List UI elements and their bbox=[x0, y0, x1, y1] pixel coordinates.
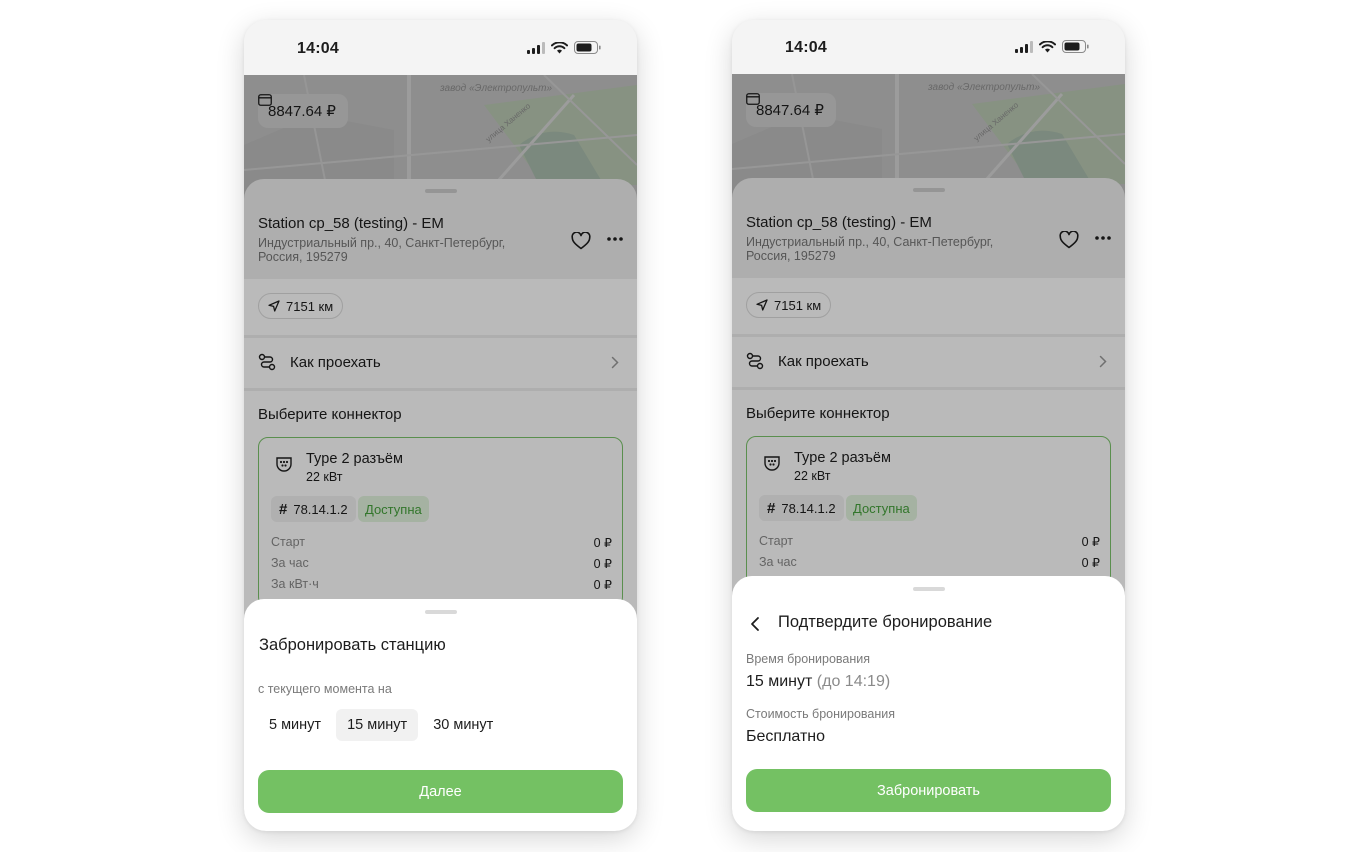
booking-title: Забронировать станцию bbox=[259, 636, 446, 654]
back-chevron-icon[interactable] bbox=[750, 616, 760, 632]
next-button[interactable]: Далее bbox=[258, 770, 623, 813]
book-button[interactable]: Забронировать bbox=[746, 769, 1111, 812]
booking-duration: 15 минут bbox=[746, 673, 813, 690]
battery-icon bbox=[574, 41, 601, 54]
wifi-icon bbox=[551, 41, 568, 53]
modal-handle[interactable] bbox=[424, 610, 457, 614]
booking-subtitle: с текущего момента на bbox=[258, 682, 392, 696]
confirm-modal: Подтвердите бронирование Время бронирова… bbox=[732, 576, 1125, 831]
confirm-title: Подтвердите бронирование bbox=[778, 613, 993, 631]
phone-screen-confirm: 14:04 завод «Электропульт» улица Ханенко… bbox=[732, 20, 1125, 831]
battery-icon bbox=[1062, 40, 1089, 53]
booking-cost-label: Стоимость бронирования bbox=[746, 707, 896, 721]
wifi-icon bbox=[1039, 40, 1056, 52]
modal-handle[interactable] bbox=[912, 587, 945, 591]
duration-option-5[interactable]: 5 минут bbox=[258, 709, 332, 741]
status-time: 14:04 bbox=[297, 40, 339, 57]
status-time: 14:04 bbox=[785, 39, 827, 56]
booking-modal: Забронировать станцию с текущего момента… bbox=[244, 599, 637, 831]
status-bar: 14:04 bbox=[244, 20, 637, 75]
booking-time-label: Время бронирования bbox=[746, 652, 871, 666]
signal-icon bbox=[1015, 40, 1033, 53]
booking-cost-value: Бесплатно bbox=[746, 728, 826, 745]
booking-until: (до 14:19) bbox=[816, 673, 891, 690]
duration-options: 5 минут 15 минут 30 минут bbox=[258, 709, 504, 741]
status-bar: 14:04 bbox=[732, 20, 1125, 75]
duration-option-30[interactable]: 30 минут bbox=[422, 709, 504, 741]
duration-option-15[interactable]: 15 минут bbox=[336, 709, 419, 741]
phone-screen-booking: 14:04 завод «Электропульт» улица Ханенко… bbox=[244, 20, 637, 831]
booking-time-value: 15 минут (до 14:19) bbox=[746, 673, 890, 691]
signal-icon bbox=[527, 41, 545, 54]
